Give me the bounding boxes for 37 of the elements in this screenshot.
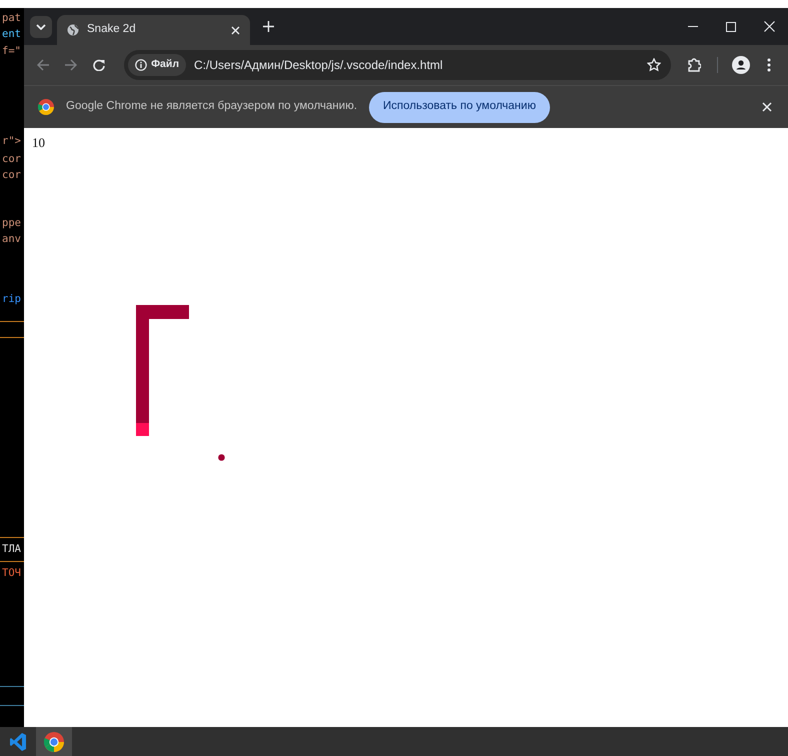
code-fragment: r"> xyxy=(2,135,21,148)
code-editor-icon[interactable] xyxy=(10,732,26,750)
infobar-message: Google Chrome не является браузером по умолчанию. xyxy=(66,99,358,114)
forward-arrow-icon[interactable] xyxy=(65,59,78,71)
close-icon[interactable] xyxy=(764,21,774,32)
address-bar[interactable]: Файл C:/Users/Админ/Desktop/js/.vscode/index.html xyxy=(124,50,672,80)
plus-icon[interactable] xyxy=(262,21,274,32)
code-fragment: ppe xyxy=(2,217,21,230)
close-icon[interactable] xyxy=(762,102,772,112)
code-fragment: ent xyxy=(2,28,21,41)
score-text: 10 xyxy=(32,134,45,152)
code-fragment: ТОЧ xyxy=(2,567,21,580)
globe-icon xyxy=(67,24,79,36)
profile-icon[interactable] xyxy=(732,56,750,74)
code-fragment: ТЛА xyxy=(2,543,21,556)
code-fragment: cor xyxy=(2,153,21,166)
code-fragment: pat xyxy=(2,12,21,25)
close-icon[interactable] xyxy=(231,26,240,34)
code-fragment: anv xyxy=(2,233,21,246)
file-info-chip[interactable]: Файл xyxy=(128,54,186,76)
code-fragment: f=" xyxy=(2,45,21,58)
info-icon xyxy=(135,59,148,71)
chevron-down-icon xyxy=(36,24,46,30)
chrome-logo-icon[interactable] xyxy=(44,732,64,752)
menu-icon[interactable] xyxy=(767,58,772,72)
tab-search-button[interactable] xyxy=(30,16,52,38)
maximize-icon[interactable] xyxy=(726,22,736,32)
set-default-button[interactable]: Использовать по умолчанию xyxy=(369,92,550,122)
chrome-logo-icon xyxy=(38,99,54,115)
back-arrow-icon[interactable] xyxy=(37,59,50,71)
code-fragment: rip xyxy=(2,293,21,306)
food-dot-icon xyxy=(218,454,225,461)
puzzle-icon[interactable] xyxy=(687,58,702,72)
code-fragment: cor xyxy=(2,169,21,182)
star-icon[interactable] xyxy=(647,58,662,72)
reload-icon[interactable] xyxy=(93,59,106,71)
browser-tab[interactable]: Snake 2d xyxy=(57,15,250,45)
